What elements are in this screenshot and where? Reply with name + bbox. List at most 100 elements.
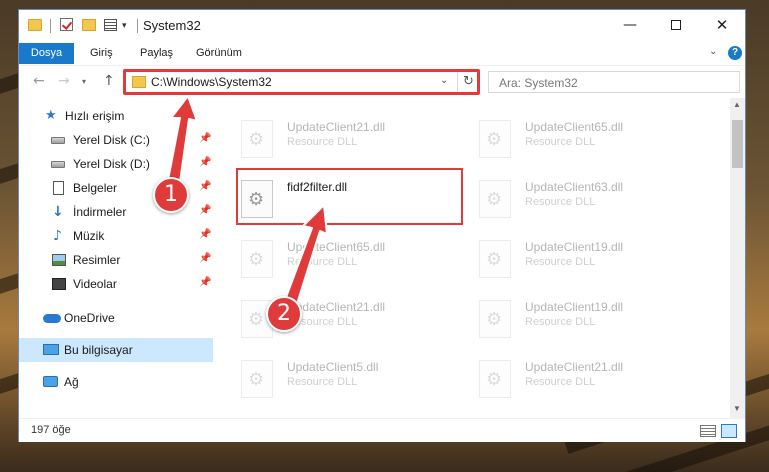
list-item[interactable]: UpdateClient21.dll Resource DLL: [229, 290, 459, 346]
sidebar-item-onedrive[interactable]: OneDrive: [19, 306, 213, 330]
sidebar-item-label: OneDrive: [64, 311, 115, 325]
pin-icon[interactable]: 📌: [199, 157, 211, 168]
list-item[interactable]: UpdateClient19.dll Resource DLL: [467, 230, 697, 286]
file-list: UpdateClient21.dll Resource DLL UpdateCl…: [229, 98, 729, 416]
sidebar-item-this-pc[interactable]: Bu bilgisayar: [19, 338, 213, 362]
navigation-bar: ← → ▾ ↑ C:\Windows\System32 ⌄ ↻ Ara: Sys…: [19, 65, 745, 97]
tab-file[interactable]: Dosya: [19, 43, 74, 64]
drive-icon: [51, 137, 65, 144]
sidebar-item-local-disk-d[interactable]: Yerel Disk (D:) 📌: [19, 152, 213, 176]
expand-ribbon-icon[interactable]: ⌄: [709, 46, 717, 57]
sidebar-item-label: Resimler: [73, 253, 121, 267]
customize-toolbar-dropdown-icon[interactable]: ▾: [122, 20, 127, 36]
file-name: UpdateClient21.dll: [287, 120, 386, 134]
dll-file-icon: [241, 120, 273, 158]
sidebar-item-quick-access[interactable]: ★ Hızlı erişim: [19, 104, 213, 128]
download-icon: ↓: [52, 204, 64, 220]
network-icon: [43, 376, 58, 387]
minimize-button[interactable]: —: [607, 10, 653, 41]
title-bar: ▾ System32 — ✕: [19, 10, 745, 41]
list-item[interactable]: UpdateClient19.dll Resource DLL: [467, 290, 697, 346]
toolbar-divider: [50, 19, 51, 33]
tab-home[interactable]: Giriş: [90, 43, 113, 64]
details-view-icon[interactable]: [700, 425, 716, 437]
list-item[interactable]: UpdateClient65.dll Resource DLL: [467, 110, 697, 166]
pin-icon[interactable]: 📌: [199, 133, 211, 144]
sidebar-item-label: Bu bilgisayar: [64, 343, 133, 357]
sidebar-item-local-disk-c[interactable]: Yerel Disk (C:) 📌: [19, 128, 213, 152]
list-item[interactable]: UpdateClient65.dll Resource DLL: [229, 230, 459, 286]
scroll-down-icon[interactable]: ▼: [733, 404, 741, 413]
dll-file-icon: [479, 300, 511, 338]
file-type: Resource DLL: [525, 256, 596, 268]
vertical-scrollbar[interactable]: ▲ ▼: [730, 98, 745, 418]
pin-icon[interactable]: 📌: [199, 205, 211, 216]
address-highlight-box: [123, 69, 480, 95]
sidebar-item-label: Müzik: [73, 229, 105, 243]
cloud-icon: [43, 314, 61, 323]
star-icon: ★: [45, 108, 57, 123]
recent-locations-dropdown[interactable]: ▾: [82, 77, 86, 86]
file-name: UpdateClient65.dll: [287, 240, 386, 254]
maximize-button[interactable]: [653, 10, 699, 41]
sidebar-item-pictures[interactable]: Resimler 📌: [19, 248, 213, 272]
back-button[interactable]: ←: [33, 73, 45, 89]
file-type: Resource DLL: [287, 136, 358, 148]
properties-check-icon[interactable]: [60, 18, 73, 31]
properties-list-icon[interactable]: [104, 19, 117, 31]
sidebar-item-label: Videolar: [73, 277, 117, 291]
sidebar-item-label: Yerel Disk (C:): [73, 133, 150, 147]
file-name: UpdateClient19.dll: [525, 300, 624, 314]
sidebar-item-label: Hızlı erişim: [65, 109, 125, 123]
up-button[interactable]: ↑: [103, 73, 115, 89]
close-button[interactable]: ✕: [699, 10, 745, 41]
tab-view[interactable]: Görünüm: [196, 43, 242, 64]
dll-file-icon: [479, 240, 511, 278]
item-count: 197 öğe: [31, 424, 71, 436]
search-input[interactable]: Ara: System32: [488, 71, 740, 93]
file-explorer-window: ▾ System32 — ✕ Dosya Giriş Paylaş Görünü…: [18, 9, 746, 442]
list-item[interactable]: UpdateClient63.dll Resource DLL: [467, 170, 697, 226]
scroll-thumb[interactable]: [732, 120, 743, 168]
computer-icon: [43, 344, 59, 355]
drive-icon: [51, 161, 65, 168]
file-name: UpdateClient5.dll: [287, 360, 379, 374]
list-item[interactable]: UpdateClient21.dll Resource DLL: [467, 350, 697, 406]
document-icon: [53, 181, 64, 195]
file-highlight-box: [236, 168, 463, 225]
help-icon[interactable]: ?: [728, 46, 742, 60]
pin-icon[interactable]: 📌: [199, 229, 211, 240]
pin-icon[interactable]: 📌: [199, 277, 211, 288]
pin-icon[interactable]: 📌: [199, 253, 211, 264]
file-type: Resource DLL: [287, 256, 358, 268]
window-title: System32: [143, 18, 201, 33]
scroll-up-icon[interactable]: ▲: [733, 100, 741, 109]
sidebar-item-videos[interactable]: Videolar 📌: [19, 272, 213, 296]
file-name: UpdateClient65.dll: [525, 120, 624, 134]
search-placeholder: Ara: System32: [499, 76, 578, 90]
list-item[interactable]: UpdateClient21.dll Resource DLL: [229, 110, 459, 166]
dll-file-icon: [479, 360, 511, 398]
file-name: UpdateClient19.dll: [525, 240, 624, 254]
dll-file-icon: [479, 120, 511, 158]
sidebar-item-network[interactable]: Ağ: [19, 370, 213, 394]
video-icon: [52, 278, 66, 290]
step-1-badge: 1: [153, 177, 189, 213]
forward-button[interactable]: →: [58, 73, 70, 89]
sidebar-item-label: Yerel Disk (D:): [73, 157, 150, 171]
file-type: Resource DLL: [525, 376, 596, 388]
new-folder-icon[interactable]: [82, 19, 96, 31]
navigation-pane: ★ Hızlı erişim Yerel Disk (C:) 📌 Yerel D…: [19, 98, 213, 418]
file-type: Resource DLL: [525, 316, 596, 328]
list-item[interactable]: UpdateClient5.dll Resource DLL: [229, 350, 459, 406]
sidebar-item-label: İndirmeler: [73, 205, 127, 219]
tiles-view-icon[interactable]: [721, 424, 737, 438]
tab-share[interactable]: Paylaş: [140, 43, 173, 64]
dll-file-icon: [241, 240, 273, 278]
sidebar-item-music[interactable]: ♪ Müzik 📌: [19, 224, 213, 248]
maximize-icon: [671, 20, 681, 30]
file-name: UpdateClient21.dll: [525, 360, 624, 374]
file-type: Resource DLL: [525, 136, 596, 148]
music-icon: ♪: [53, 228, 62, 244]
pin-icon[interactable]: 📌: [199, 181, 211, 192]
